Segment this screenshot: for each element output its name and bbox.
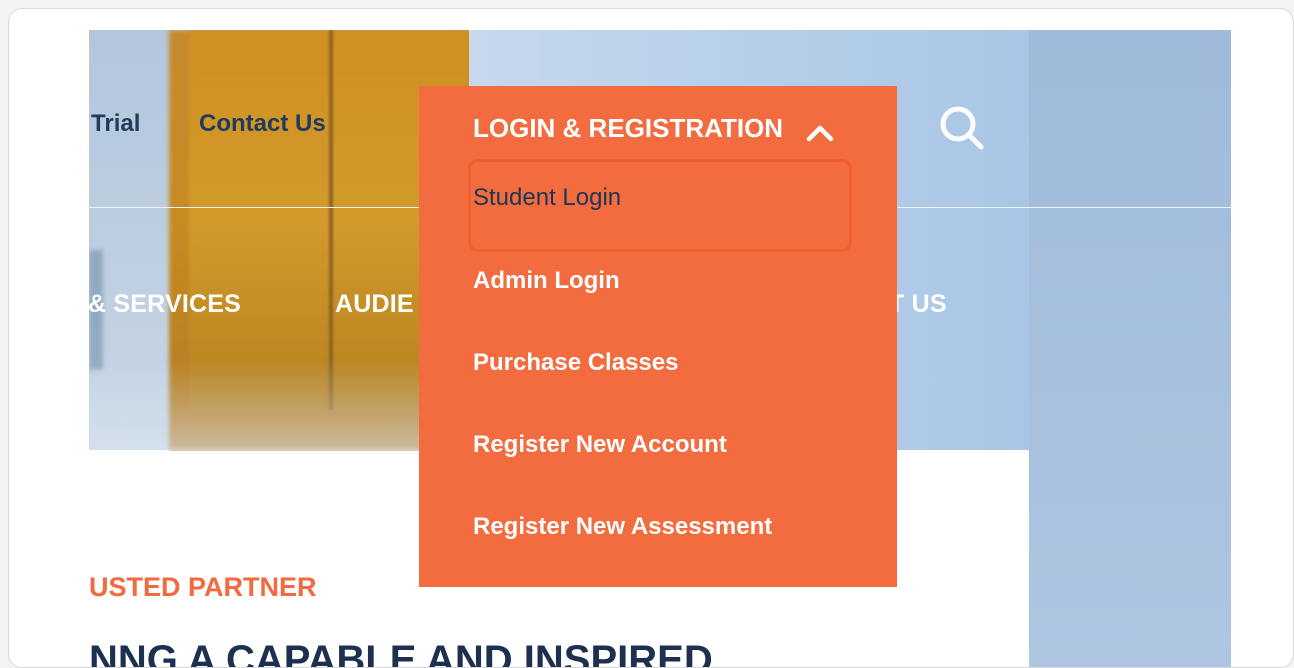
content-eyebrow: USTED PARTNER [89,572,317,602]
login-registration-toggle[interactable]: LOGIN & REGISTRATION [473,108,835,148]
hero-right-panel [1029,30,1231,667]
menu-item-admin-login[interactable]: Admin Login [473,267,620,295]
login-registration-dropdown: LOGIN & REGISTRATION Student Login Admin… [419,86,897,587]
menu-item-student-login[interactable]: Student Login [473,184,621,212]
hero-cabinet-split [329,30,333,410]
hero-bottom-fade [89,360,469,450]
contact-us-link[interactable]: Contact Us [199,110,326,138]
chevron-up-icon [805,118,835,142]
content-headline: NNG A CAPABLE AND INSPIRED [89,638,713,668]
nav-audiences[interactable]: AUDIE [335,290,414,319]
menu-item-register-new-assessment[interactable]: Register New Assessment [473,513,772,541]
screenshot-frame: e Trial Contact Us & SERVICES AUDIE T US… [8,8,1294,668]
menu-item-register-new-account[interactable]: Register New Account [473,431,727,459]
website-viewport: e Trial Contact Us & SERVICES AUDIE T US… [89,30,1231,668]
menu-item-purchase-classes[interactable]: Purchase Classes [473,349,678,377]
free-trial-link[interactable]: e Trial [89,110,140,138]
nav-products-services[interactable]: & SERVICES [89,290,241,319]
dropdown-title: LOGIN & REGISTRATION [473,112,784,143]
search-icon[interactable] [937,103,987,153]
nav-about-us[interactable]: T US [889,290,947,319]
